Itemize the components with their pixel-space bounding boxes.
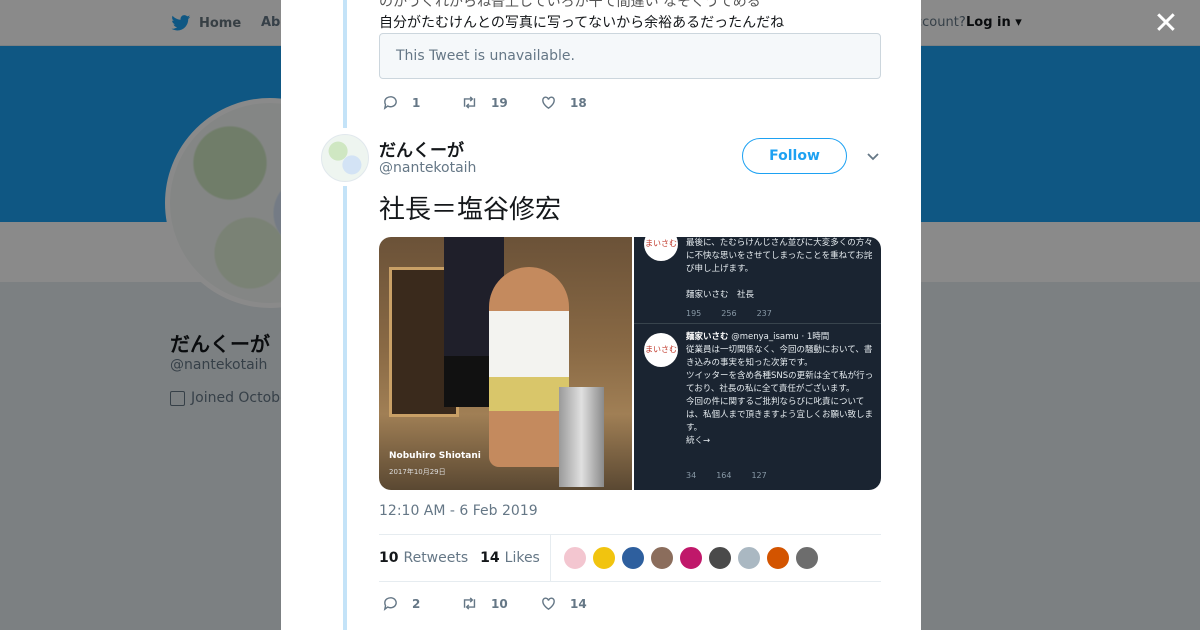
media-photo-left[interactable]: Nobuhiro Shiotani 2017年10月29日 [379, 237, 632, 490]
chevron-down-icon[interactable] [865, 148, 881, 164]
reply-count: 2 [412, 596, 421, 611]
tweet-timestamp[interactable]: 12:10 AM - 6 Feb 2019 [379, 503, 538, 519]
screenshot-like-count: 127 [751, 471, 767, 480]
reply-count: 1 [412, 95, 421, 110]
tweet-permalink-modal: のかうくれがらね普上していろが干て間違い なそくうてめる 自分がたむけんとの写真… [281, 0, 921, 630]
retweet-button[interactable]: 10 [461, 595, 540, 612]
tweet-stats: 10 Retweets 14 Likes [379, 534, 881, 582]
likes-stat-count: 14 [480, 550, 500, 566]
retweets-stat-count: 10 [379, 550, 399, 566]
screenshot-stats-1: 195 256 237 [686, 307, 772, 320]
retweet-count: 19 [491, 95, 508, 110]
reply-button[interactable]: 1 [382, 94, 461, 111]
tweet-avatar[interactable] [321, 134, 369, 182]
screenshot-text-1: 最後に、たむらけんじさん並びに大変多くの方々に不快な思いをさせてしまったことを重… [686, 238, 873, 300]
screenshot-stats-2: 34 164 127 [686, 469, 767, 482]
retweet-count: 10 [491, 596, 508, 611]
liker-avatar[interactable] [620, 546, 645, 570]
previous-tweet-line: 自分がたむけんとの写真に写ってないから余裕あるだったんだね [379, 15, 785, 31]
tweet-actions: 2 10 14 [382, 595, 619, 612]
screenshot-avatar: まいさむ [644, 333, 678, 367]
liker-avatar[interactable] [591, 546, 616, 570]
screenshot-meta: @menya_isamu · 1時間 [731, 332, 830, 342]
screenshot-reply-count: 195 [686, 309, 702, 318]
photo-caption: Nobuhiro Shiotani [389, 451, 481, 461]
heart-icon [542, 96, 555, 110]
screenshot-retweet-count: 256 [721, 309, 737, 318]
screenshot-header: 麺家いさむ @menya_isamu · 1時間 [686, 331, 829, 344]
screenshot-avatar: まいさむ [644, 237, 678, 261]
like-button[interactable]: 14 [540, 595, 619, 612]
liker-avatar[interactable] [649, 546, 674, 570]
previous-tweet-text: のかうくれがらね普上していろが干て間違い なそくうてめる 自分がたむけんとの写真… [379, 0, 899, 34]
retweets-stat-label: Retweets [403, 550, 469, 566]
tweet-media: Nobuhiro Shiotani 2017年10月29日 まいさむ 最後に、た… [379, 237, 881, 490]
reply-button[interactable]: 2 [382, 595, 461, 612]
tweet-text: 社長＝塩谷修宏 [379, 195, 562, 225]
media-screenshot-right[interactable]: まいさむ 最後に、たむらけんじさん並びに大変多くの方々に不快な思いをさせてしまっ… [634, 237, 881, 490]
screenshot-reply-count: 34 [686, 471, 697, 480]
screenshot-retweet-count: 164 [716, 471, 732, 480]
liker-avatar[interactable] [765, 546, 790, 570]
heart-icon [542, 597, 555, 611]
liker-avatars [562, 546, 819, 570]
close-icon[interactable]: ✕ [1152, 9, 1180, 39]
thread-line [343, 186, 347, 630]
photo-person [489, 267, 569, 467]
screenshot-divider [634, 323, 881, 324]
retweet-button[interactable]: 19 [461, 94, 540, 111]
screenshot-name: 麺家いさむ [686, 332, 729, 342]
like-count: 18 [570, 95, 587, 110]
unavailable-quote-card: This Tweet is unavailable. [379, 33, 881, 79]
liker-avatar[interactable] [562, 546, 587, 570]
stats-divider [549, 534, 551, 582]
like-button[interactable]: 18 [540, 94, 619, 111]
photo-post [559, 387, 604, 487]
liker-avatar[interactable] [794, 546, 819, 570]
follow-button[interactable]: Follow [742, 138, 847, 174]
reply-icon [383, 96, 397, 110]
photo-date: 2017年10月29日 [389, 468, 446, 476]
likes-stat[interactable]: 14 Likes [480, 550, 540, 566]
liker-avatar[interactable] [736, 546, 761, 570]
retweets-stat[interactable]: 10 Retweets [379, 550, 468, 566]
previous-tweet-actions: 1 19 18 [382, 94, 619, 111]
previous-tweet-line: のかうくれがらね普上していろが干て間違い なそくうてめる [379, 0, 761, 10]
like-count: 14 [570, 596, 587, 611]
retweet-icon [463, 96, 476, 109]
retweet-icon [463, 597, 476, 610]
reply-icon [383, 597, 397, 611]
liker-avatar[interactable] [707, 546, 732, 570]
screenshot-like-count: 237 [756, 309, 772, 318]
liker-avatar[interactable] [678, 546, 703, 570]
tweet-author-name[interactable]: だんくーが [379, 136, 464, 161]
screenshot-text-2: 従業員は一切関係なく、今回の騒動において、書き込みの事実を知った次第です。 ツイ… [686, 345, 874, 446]
likes-stat-label: Likes [504, 550, 540, 566]
tweet-author-handle[interactable]: @nantekotaih [379, 160, 476, 176]
thread-line [343, 0, 347, 128]
